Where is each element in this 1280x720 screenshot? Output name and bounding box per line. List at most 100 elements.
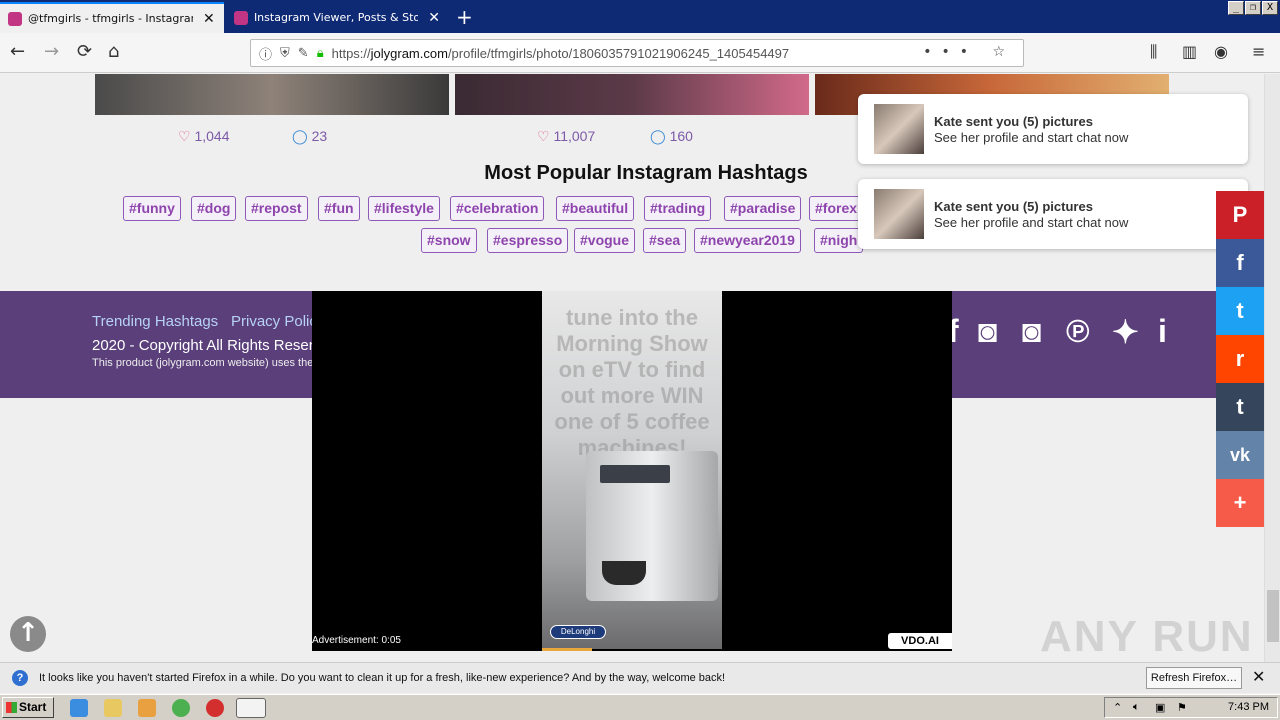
hashtag-link[interactable]: #newyear2019 xyxy=(694,228,801,253)
delonghi-logo: DeLonghi xyxy=(550,625,606,639)
share-twitter-button[interactable]: t xyxy=(1216,287,1264,335)
twitter-icon[interactable]: ✦ xyxy=(1112,313,1139,351)
notification-body: See her profile and start chat now xyxy=(934,130,1129,145)
account-icon[interactable]: ◉ xyxy=(1214,42,1228,61)
heart-icon: ♡ xyxy=(178,128,191,144)
share-tumblr-button[interactable]: t xyxy=(1216,383,1264,431)
windows-taskbar: Start ⌃ 🔈︎ ▣ ⚑ 7:43 PM xyxy=(0,694,1280,720)
tab-tfmgirls[interactable]: @tfmgirls - tfmgirls - Instagram Po ✕ xyxy=(0,2,224,33)
hashtag-link[interactable]: #trading xyxy=(644,196,712,221)
opera-icon[interactable] xyxy=(206,699,224,717)
close-icon[interactable]: ✕ xyxy=(1252,667,1265,687)
network-icon[interactable]: ▣ xyxy=(1155,701,1165,714)
lock-icon[interactable]: 🔒︎ xyxy=(317,46,324,61)
hashtag-link[interactable]: #lifestyle xyxy=(368,196,440,221)
ad-timer-label: Advertisement: 0:05 xyxy=(312,635,401,646)
instagram-icon[interactable]: ◙ xyxy=(978,313,997,350)
video-ad[interactable]: tune into the Morning Show on eTV to fin… xyxy=(312,291,952,651)
anyrun-watermark: ANY RUN xyxy=(1040,612,1254,661)
share-pinterest-button[interactable]: P xyxy=(1216,191,1264,239)
hashtag-link[interactable]: #espresso xyxy=(487,228,569,253)
likes-count: ♡ 1,044 xyxy=(178,128,230,144)
clock[interactable]: 7:43 PM xyxy=(1228,701,1269,713)
chrome-icon[interactable] xyxy=(172,699,190,717)
start-button[interactable]: Start xyxy=(2,697,54,718)
share-reddit-button[interactable]: r xyxy=(1216,335,1264,383)
hashtag-link[interactable]: #beautiful xyxy=(556,196,635,221)
comment-bubble-icon: ◯ xyxy=(650,128,666,144)
vdo-ai-logo[interactable]: VDO.AI xyxy=(888,633,952,649)
tab-instagram-viewer[interactable]: Instagram Viewer, Posts & Story & ✕ xyxy=(226,2,448,33)
coffee-cup-image xyxy=(602,561,646,585)
url-text[interactable]: https://jolygram.com/profile/tfmgirls/ph… xyxy=(332,46,790,61)
notification-message: It looks like you haven't started Firefo… xyxy=(39,672,726,684)
home-icon[interactable]: ⌂ xyxy=(108,41,119,62)
hashtag-link[interactable]: #nigh xyxy=(814,228,864,253)
close-window-button[interactable]: X xyxy=(1262,1,1278,15)
share-more-button[interactable]: + xyxy=(1216,479,1264,527)
hashtag-link[interactable]: #sea xyxy=(643,228,687,253)
heart-icon: ♡ xyxy=(537,128,550,144)
volume-icon[interactable]: 🔈︎ xyxy=(1133,701,1140,714)
scroll-to-top-icon[interactable]: ↑ xyxy=(10,616,46,652)
hashtag-link[interactable]: #vogue xyxy=(574,228,636,253)
system-tray: ⌃ 🔈︎ ▣ ⚑ 7:43 PM xyxy=(1104,697,1278,718)
instagram-favicon-icon xyxy=(8,11,22,26)
share-facebook-button[interactable]: f xyxy=(1216,239,1264,287)
firefox-taskbar-button[interactable] xyxy=(236,698,266,718)
reload-icon[interactable]: ⟳ xyxy=(77,41,92,62)
hashtag-link[interactable]: #snow xyxy=(421,228,477,253)
media-player-icon[interactable] xyxy=(138,699,156,717)
hashtag-link[interactable]: #dog xyxy=(191,196,237,221)
sidebar-icon[interactable]: ▥ xyxy=(1182,42,1197,61)
chat-notification[interactable]: Kate sent you (5) pictures See her profi… xyxy=(858,179,1248,249)
shield-icon[interactable]: ⛨ xyxy=(280,46,290,61)
privacy-policy-link[interactable]: Privacy Polic xyxy=(231,313,317,330)
hashtag-link[interactable]: #celebration xyxy=(450,196,545,221)
pinterest-icon[interactable]: ℗ xyxy=(1066,313,1090,350)
info-icon[interactable]: ⓘ xyxy=(259,44,272,63)
hashtag-link[interactable]: #repost xyxy=(245,196,308,221)
hashtag-link[interactable]: #paradise xyxy=(724,196,802,221)
info-icon[interactable]: i xyxy=(1158,313,1167,350)
instagram-icon[interactable]: ◙ xyxy=(1022,313,1041,350)
tray-expand-icon[interactable]: ⌃ xyxy=(1113,701,1122,714)
product-notice: This product (jolygram.com website) uses… xyxy=(92,357,314,369)
instagram-favicon-icon xyxy=(234,10,248,25)
notification-avatar xyxy=(874,189,924,239)
permissions-icon[interactable]: ✎ xyxy=(298,46,309,61)
close-tab-icon[interactable]: ✕ xyxy=(428,10,440,26)
likes-count: ♡ 11,007 xyxy=(537,128,596,144)
minimize-button[interactable]: _ xyxy=(1228,1,1244,15)
refresh-firefox-button[interactable]: Refresh Firefox… xyxy=(1146,667,1242,689)
ad-creative[interactable]: tune into the Morning Show on eTV to fin… xyxy=(542,291,722,649)
page-scrollbar[interactable] xyxy=(1264,74,1280,662)
hashtag-link[interactable]: #funny xyxy=(123,196,181,221)
forward-arrow-icon[interactable]: → xyxy=(44,41,59,62)
scrollbar-thumb[interactable] xyxy=(1267,590,1279,642)
explorer-folder-icon[interactable] xyxy=(104,699,122,717)
post-thumbnail[interactable] xyxy=(95,74,449,115)
back-arrow-icon[interactable]: ← xyxy=(10,41,25,62)
comment-bubble-icon: ◯ xyxy=(292,128,308,144)
flag-icon[interactable]: ⚑ xyxy=(1177,701,1187,714)
post-thumbnail[interactable] xyxy=(455,74,809,115)
share-vk-button[interactable]: vk xyxy=(1216,431,1264,479)
trending-hashtags-link[interactable]: Trending Hashtags xyxy=(92,313,218,330)
hashtag-link[interactable]: #fun xyxy=(318,196,360,221)
ad-progress-bar xyxy=(542,648,592,651)
menu-icon[interactable]: ≡ xyxy=(1252,42,1265,61)
start-label: Start xyxy=(19,700,47,714)
maximize-button[interactable]: ❐ xyxy=(1245,1,1261,15)
ie-icon[interactable] xyxy=(70,699,88,717)
hashtag-link[interactable]: #forex xyxy=(809,196,864,221)
library-icon[interactable]: ⫼ xyxy=(1150,42,1157,62)
notification-title: Kate sent you (5) pictures xyxy=(934,199,1093,214)
close-tab-icon[interactable]: ✕ xyxy=(203,11,215,27)
page-actions[interactable]: ••• ☆ xyxy=(923,44,1015,60)
chat-notification[interactable]: Kate sent you (5) pictures See her profi… xyxy=(858,94,1248,164)
new-tab-button[interactable]: + xyxy=(456,5,473,29)
url-bar[interactable]: ⓘ ⛨ ✎ 🔒︎ https://jolygram.com/profile/tf… xyxy=(250,39,1024,67)
notification-body: See her profile and start chat now xyxy=(934,215,1129,230)
help-icon: ? xyxy=(12,670,28,686)
